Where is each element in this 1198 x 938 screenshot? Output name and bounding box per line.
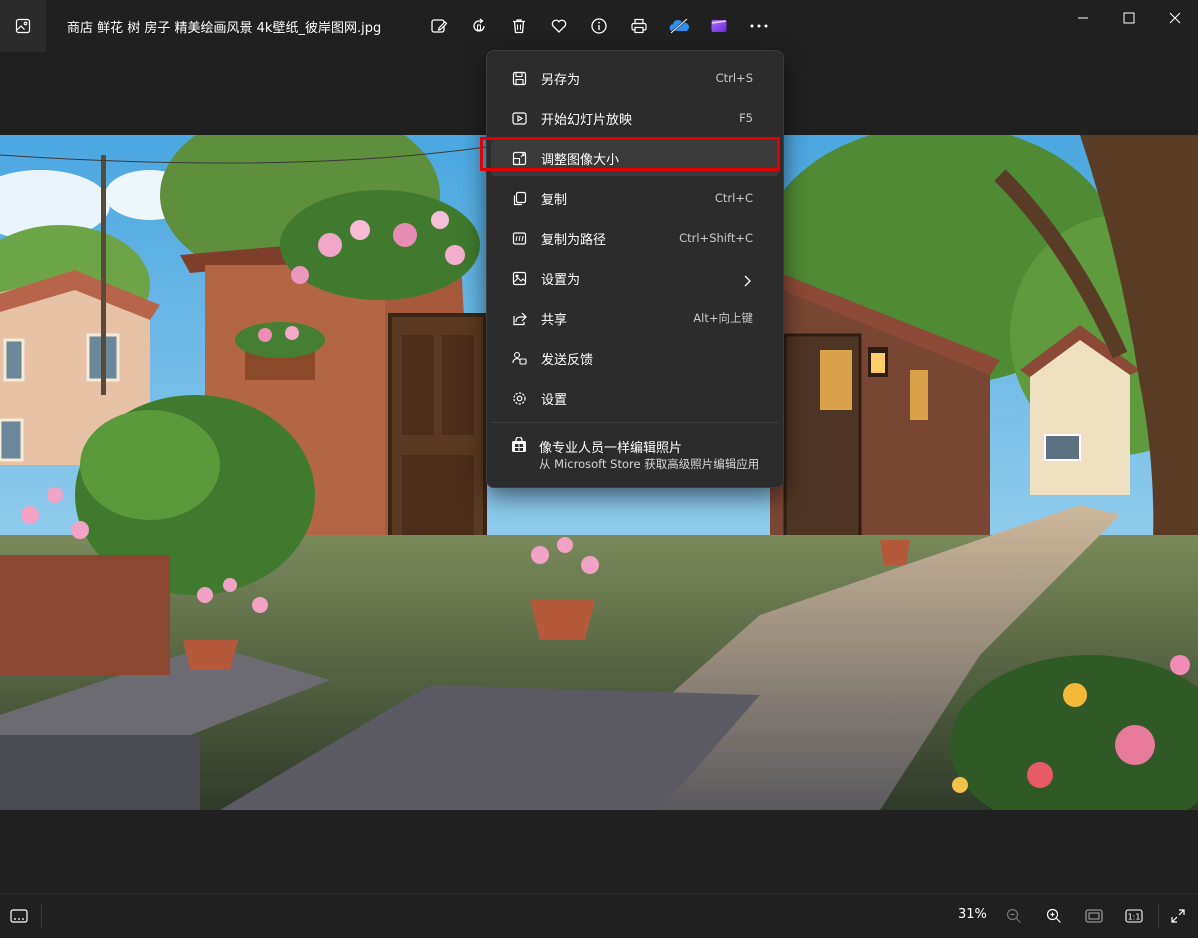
menu-item-share[interactable]: 共享 Alt+向上键 [491, 300, 779, 336]
file-title: 商店 鲜花 树 房子 精美绘画风景 4k壁纸_彼岸图网.jpg [67, 21, 382, 36]
minimize-button[interactable] [1060, 0, 1106, 36]
slideshow-icon [511, 110, 527, 126]
status-divider [41, 904, 42, 928]
favorite-heart-icon[interactable] [547, 14, 571, 38]
fit-to-window-icon[interactable] [1083, 906, 1105, 926]
feedback-icon [511, 350, 527, 366]
menu-item-resize-image[interactable]: 调整图像大小 [491, 140, 779, 176]
zoom-out-icon[interactable] [1003, 906, 1025, 926]
zoom-level: 31% [958, 907, 987, 922]
share-icon [511, 310, 527, 326]
info-icon[interactable] [587, 14, 611, 38]
store-icon [511, 436, 527, 457]
promo-subtitle: 从 Microsoft Store 获取高级照片编辑应用 [539, 457, 760, 471]
maximize-button[interactable] [1106, 0, 1152, 36]
title-bar: 商店 鲜花 树 房子 精美绘画风景 4k壁纸_彼岸图网.jpg [0, 0, 1198, 52]
copy-icon [511, 190, 527, 206]
copy-path-icon [511, 230, 527, 246]
menu-item-save-as[interactable]: 另存为 Ctrl+S [491, 60, 779, 96]
menu-item-copy-path[interactable]: 复制为路径 Ctrl+Shift+C [491, 220, 779, 256]
menu-item-set-as[interactable]: 设置为 [491, 260, 779, 296]
status-bar: 31% 1:1 [0, 893, 1198, 938]
menu-item-copy[interactable]: 复制 Ctrl+C [491, 180, 779, 216]
set-as-icon [511, 270, 527, 286]
clipchamp-icon[interactable] [707, 14, 731, 38]
fullscreen-icon[interactable] [1167, 906, 1189, 926]
zoom-in-icon[interactable] [1043, 906, 1065, 926]
edit-image-icon[interactable] [427, 14, 451, 38]
promo-title: 像专业人员一样编辑照片 [539, 441, 683, 456]
onedrive-cloud-icon[interactable] [667, 14, 691, 38]
more-options-menu: 另存为 Ctrl+S 开始幻灯片放映 F5 调整图像大小 复制 Ctrl+C 复… [486, 50, 784, 488]
photos-app-icon[interactable] [0, 0, 46, 52]
svg-text:1:1: 1:1 [1128, 913, 1141, 922]
save-icon [511, 70, 527, 86]
resize-image-icon [511, 150, 527, 166]
menu-item-slideshow[interactable]: 开始幻灯片放映 F5 [491, 100, 779, 136]
more-options-icon[interactable] [747, 14, 771, 38]
filmstrip-toggle-icon[interactable] [8, 906, 30, 926]
menu-separator [491, 422, 779, 423]
close-button[interactable] [1152, 0, 1198, 36]
print-icon[interactable] [627, 14, 651, 38]
menu-item-feedback[interactable]: 发送反馈 [491, 340, 779, 376]
delete-icon[interactable] [507, 14, 531, 38]
actual-size-icon[interactable]: 1:1 [1123, 906, 1145, 926]
menu-item-settings[interactable]: 设置 [491, 380, 779, 416]
status-divider [1158, 904, 1159, 928]
settings-gear-icon [511, 390, 527, 406]
chevron-right-icon [743, 272, 751, 291]
rotate-icon[interactable] [467, 14, 491, 38]
